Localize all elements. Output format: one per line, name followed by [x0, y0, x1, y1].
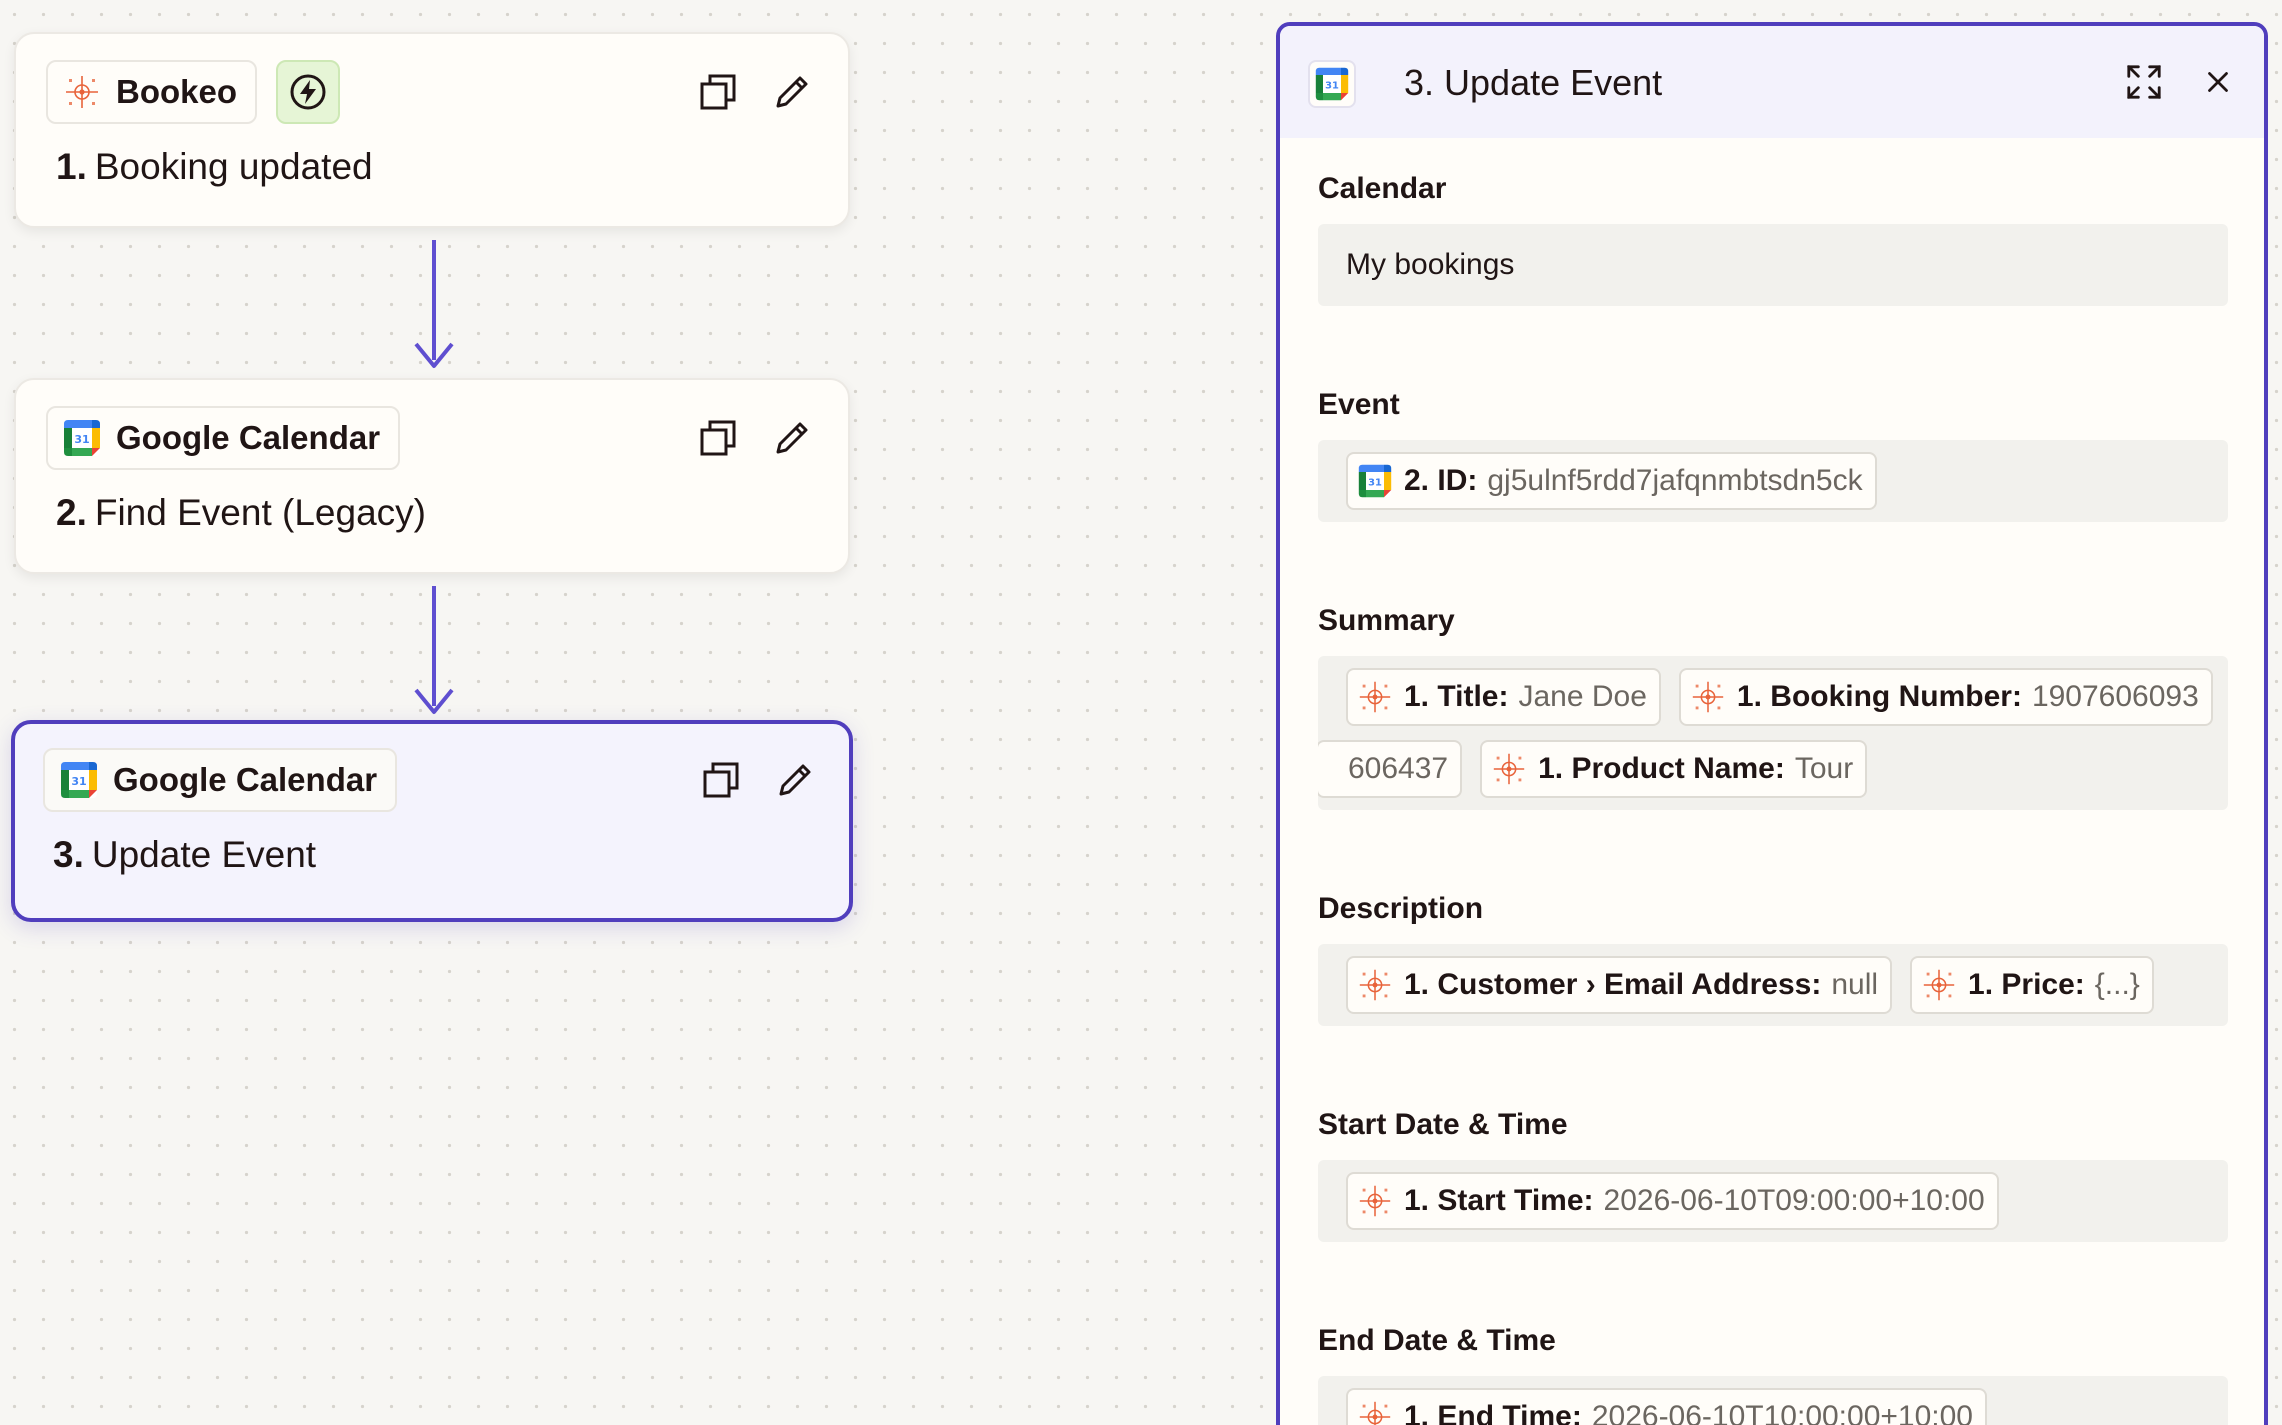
panel-app-badge [1308, 60, 1356, 108]
mapped-field-pill[interactable]: 1. Title: Jane Doe [1346, 668, 1661, 726]
pill-label: 2. ID: [1404, 464, 1478, 497]
panel-header: 3. Update Event [1280, 26, 2264, 138]
field-label-calendar: Calendar [1318, 172, 1447, 205]
step-card-3[interactable]: Google Calendar 3. Update Event [11, 720, 853, 922]
event-field[interactable]: 2. ID: gj5ulnf5rdd7jafqnmbtsdn5ck [1318, 440, 2228, 522]
google-calendar-icon [62, 418, 102, 458]
bookeo-icon [1356, 1398, 1394, 1425]
arrow-down-icon [414, 342, 454, 368]
pill-value: 1907606093 [2031, 680, 2199, 713]
step-name: Find Event (Legacy) [94, 492, 426, 533]
app-chip-bookeo: Bookeo [46, 60, 258, 124]
field-label-start: Start Date & Time [1318, 1108, 1568, 1141]
mapped-field-pill[interactable]: 1. Booking Number: 1907606093 [1678, 668, 2213, 726]
app-chip-google-calendar: Google Calendar [43, 748, 398, 812]
edit-button[interactable] [775, 760, 815, 800]
google-calendar-icon [59, 760, 99, 800]
bookeo-icon [1356, 966, 1394, 1004]
mapped-field-pill[interactable]: 2. ID: gj5ulnf5rdd7jafqnmbtsdn5ck [1346, 452, 1877, 510]
pill-value: null [1831, 968, 1879, 1001]
bookeo-icon [1356, 1182, 1394, 1220]
panel-body: Calendar My bookings Event 2. ID: gj5uln… [1280, 172, 2264, 1425]
calendar-field[interactable]: My bookings [1318, 224, 2228, 306]
edit-pencil-icon [772, 418, 812, 458]
pill-value: gj5ulnf5rdd7jafqnmbtsdn5ck [1487, 464, 1863, 497]
pill-value: 2026-06-10T10:00:00+10:00 [1591, 1400, 1973, 1425]
step-name: Booking updated [94, 146, 373, 187]
duplicate-icon [701, 760, 741, 800]
bookeo-icon [1689, 678, 1727, 716]
bookeo-icon [62, 72, 102, 112]
expand-button[interactable] [2124, 62, 2164, 102]
pill-label: 1. Booking Number: [1736, 680, 2022, 713]
bookeo-icon [1920, 966, 1958, 1004]
arrow-down-icon [414, 688, 454, 714]
end-datetime-field[interactable]: 1. End Time: 2026-06-10T10:00:00+10:00 [1318, 1376, 2228, 1425]
pill-label: 1. Customer › Email Address: [1404, 968, 1822, 1001]
mapped-field-pill[interactable]: 1. Price: {...} [1910, 956, 2154, 1014]
step-title: 1. Booking updated [56, 146, 373, 188]
step-number: 2. [56, 492, 87, 533]
duplicate-button[interactable] [701, 760, 741, 800]
step-number: 3. [53, 834, 84, 875]
edit-button[interactable] [772, 72, 812, 112]
pill-label: 1. Product Name: [1538, 752, 1785, 785]
mapped-field-pill[interactable]: 1. End Time: 2026-06-10T10:00:00+10:00 [1346, 1388, 1987, 1425]
step-title: 2. Find Event (Legacy) [56, 492, 426, 534]
close-button[interactable] [2198, 62, 2238, 102]
app-name: Google Calendar [116, 419, 381, 456]
duplicate-icon [698, 72, 738, 112]
field-label-event: Event [1318, 388, 1400, 421]
pill-label: 1. End Time: [1404, 1400, 1582, 1425]
pill-label: 1. Title: [1404, 680, 1509, 713]
description-field[interactable]: 1. Customer › Email Address: null 1. Pri… [1318, 944, 2228, 1026]
mapped-field-pill[interactable]: 1. Start Time: 2026-06-10T09:00:00+10:00 [1346, 1172, 1999, 1230]
bookeo-icon [1356, 678, 1394, 716]
summary-field[interactable]: 1. Title: Jane Doe 1. Booking Number: 19… [1318, 656, 2228, 810]
pill-value: 2026-06-10T09:00:00+10:00 [1603, 1184, 1985, 1217]
start-datetime-field[interactable]: 1. Start Time: 2026-06-10T09:00:00+10:00 [1318, 1160, 2228, 1242]
step-card-2[interactable]: Google Calendar 2. Find Event (Legacy) [14, 378, 850, 574]
google-calendar-icon [1314, 66, 1350, 102]
close-icon [2201, 65, 2235, 99]
pill-value: Tour [1794, 752, 1854, 785]
duplicate-button[interactable] [698, 418, 738, 458]
step-title: 3. Update Event [53, 834, 316, 876]
app-chip-google-calendar: Google Calendar [46, 406, 401, 470]
edit-pencil-icon [775, 760, 815, 800]
mapped-field-pill-continued[interactable]: 606437 [1318, 740, 1463, 798]
step-detail-panel: 3. Update Event Calendar My bookings Eve… [1276, 22, 2268, 1425]
edit-button[interactable] [772, 418, 812, 458]
panel-title: 3. Update Event [1404, 62, 1663, 103]
duplicate-button[interactable] [698, 72, 738, 112]
duplicate-icon [698, 418, 738, 458]
mapped-field-pill[interactable]: 1. Customer › Email Address: null [1346, 956, 1893, 1014]
google-calendar-icon [1357, 463, 1393, 499]
trigger-badge [276, 60, 340, 124]
expand-icon [2125, 63, 2163, 101]
field-label-description: Description [1318, 892, 1484, 925]
step-card-1[interactable]: Bookeo 1. Booking updated [14, 32, 850, 228]
bookeo-icon [1490, 750, 1528, 788]
calendar-value: My bookings [1346, 248, 1515, 281]
field-label-end: End Date & Time [1318, 1324, 1556, 1357]
app-name: Bookeo [116, 73, 238, 110]
pill-value: Jane Doe [1518, 680, 1647, 713]
pill-label: 1. Price: [1968, 968, 2085, 1001]
edit-pencil-icon [772, 72, 812, 112]
pill-value: 606437 [1348, 752, 1449, 785]
step-name: Update Event [91, 834, 317, 875]
lightning-bolt-icon [288, 72, 328, 112]
app-name: Google Calendar [113, 761, 378, 798]
pill-value: {...} [2094, 968, 2140, 1001]
step-number: 1. [56, 146, 87, 187]
mapped-field-pill[interactable]: 1. Product Name: Tour [1480, 740, 1868, 798]
pill-label: 1. Start Time: [1404, 1184, 1594, 1217]
field-label-summary: Summary [1318, 604, 1455, 637]
